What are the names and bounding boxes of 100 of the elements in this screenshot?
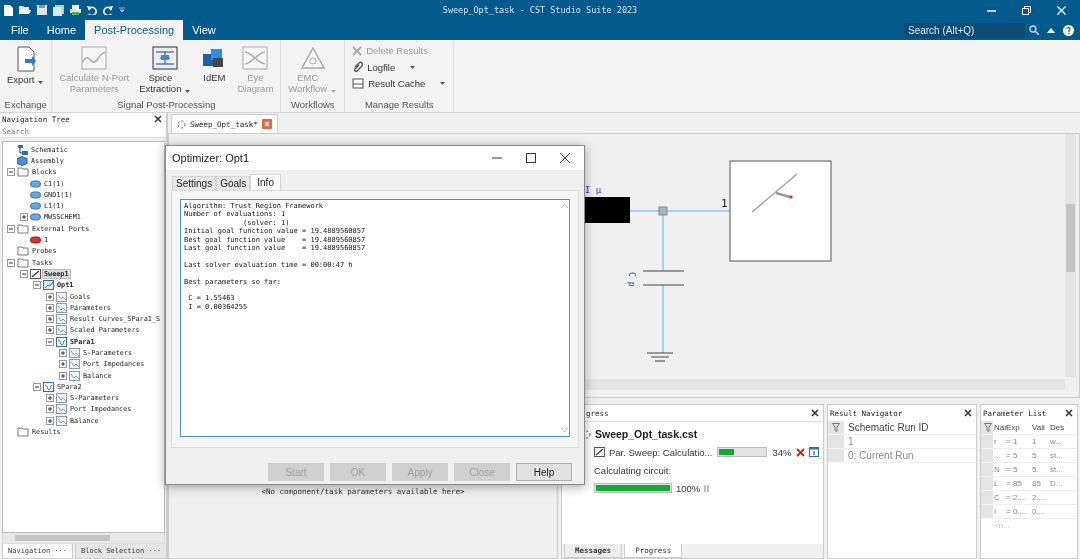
customize-icon[interactable] (119, 7, 125, 13)
table-cell: = 85 (1005, 477, 1031, 491)
paperclip-icon (352, 61, 364, 73)
ribbon-button[interactable]: Result Cache (348, 76, 451, 91)
ribbon-tab[interactable]: Post-Processing (85, 20, 184, 40)
save-all-icon[interactable] (53, 4, 64, 16)
expand-toggle[interactable] (59, 371, 67, 380)
scrollbar[interactable] (1065, 134, 1076, 377)
group-label: Workflows (289, 99, 336, 112)
undo-icon[interactable] (87, 5, 97, 15)
chart-icon (56, 415, 67, 426)
cancel-icon[interactable] (795, 447, 805, 457)
close-icon[interactable] (560, 153, 570, 163)
folder-icon (17, 223, 29, 234)
expand-toggle[interactable] (59, 349, 67, 357)
cube-icon (17, 155, 28, 166)
table-cell: = 2.... (1005, 491, 1031, 505)
dialog-tab[interactable]: Goals (216, 176, 251, 190)
expand-toggle[interactable] (59, 360, 67, 369)
step-label: Calculating circuit: (594, 464, 672, 476)
chart-icon (69, 370, 80, 381)
port-label: 1 (721, 197, 728, 210)
row-handle[interactable] (981, 435, 993, 449)
info-icon[interactable] (808, 447, 819, 457)
collapse-icon[interactable] (1047, 27, 1055, 33)
ribbon-button[interactable]: IdEM (197, 44, 232, 99)
expand-toggle[interactable] (33, 382, 41, 391)
chart-icon (69, 359, 80, 370)
restore-icon[interactable] (1022, 5, 1031, 15)
row-handle[interactable] (981, 449, 993, 463)
row-handle[interactable] (981, 505, 993, 519)
redo-icon[interactable] (103, 5, 113, 15)
expand-toggle[interactable] (46, 337, 54, 346)
close-icon[interactable] (154, 115, 162, 123)
ribbon-tab[interactable]: File (2, 20, 38, 40)
dialog-tab[interactable]: Info (250, 174, 281, 190)
drive-icon (352, 78, 365, 89)
close-icon[interactable] (1065, 409, 1073, 417)
search-field[interactable]: Search (Alt+Q) (904, 22, 1025, 38)
progress-percent: 34% (772, 446, 792, 458)
group-label: Signal Post-Processing (116, 99, 217, 112)
help-icon[interactable] (1063, 24, 1074, 36)
chart-icon (56, 393, 67, 404)
expand-toggle[interactable] (46, 394, 54, 403)
expand-toggle[interactable] (46, 303, 54, 312)
expand-toggle[interactable] (7, 168, 15, 177)
filter-icon[interactable] (832, 423, 840, 432)
capacitor-label: C p (627, 272, 636, 287)
close-icon[interactable] (964, 409, 972, 417)
row-handle[interactable] (981, 491, 993, 505)
column-header: Des (1049, 421, 1077, 435)
ribbon-button[interactable]: Logfile (348, 59, 451, 75)
column-header: Schematic Run ID (844, 421, 976, 435)
capsule-icon (30, 213, 41, 222)
ribbon-tab[interactable]: Home (37, 20, 86, 40)
folder-icon (17, 427, 29, 438)
expand-toggle[interactable] (20, 213, 28, 222)
capsule-icon (30, 190, 41, 199)
column-header: Vali (1031, 421, 1049, 435)
folder-icon (17, 167, 29, 178)
table-cell: r (993, 435, 1005, 449)
dialog-tab[interactable]: Settings (172, 176, 217, 190)
scrollbar[interactable] (2, 533, 165, 544)
row-handle[interactable] (981, 463, 993, 477)
close-icon[interactable] (811, 409, 819, 417)
open-folder-icon[interactable] (19, 5, 31, 15)
table-cell: 0.... (1031, 505, 1049, 519)
expand-toggle[interactable] (46, 405, 54, 414)
ribbon-button[interactable]: Spice Extraction (135, 44, 196, 99)
expand-toggle[interactable] (7, 224, 15, 233)
expand-toggle[interactable] (7, 258, 15, 267)
row-handle[interactable] (828, 435, 844, 449)
expand-toggle[interactable] (46, 416, 54, 425)
table-cell: 5 (1031, 449, 1049, 463)
curve-icon (56, 336, 67, 347)
expand-toggle[interactable] (33, 281, 41, 290)
filter-cell[interactable] (828, 421, 844, 435)
table-cell: 1 (844, 435, 976, 449)
expand-toggle[interactable] (20, 269, 28, 278)
row-handle[interactable] (828, 449, 844, 463)
expand-toggle[interactable] (46, 292, 54, 301)
printer-icon[interactable] (70, 5, 81, 15)
sweep-icon (594, 447, 605, 457)
chart-icon (56, 325, 67, 336)
row-handle[interactable] (981, 477, 993, 491)
chart-icon (43, 280, 54, 291)
dialog-button[interactable]: Help (516, 463, 572, 481)
column-header: Exp (1005, 421, 1031, 435)
inductor-label: I μ (585, 185, 602, 195)
maximize-icon[interactable] (526, 153, 536, 163)
table-cell: 5 (1031, 463, 1049, 477)
search-icon[interactable] (1029, 25, 1039, 35)
expand-toggle[interactable] (46, 315, 54, 324)
table-cell: = 1 (1005, 435, 1031, 449)
new-file-icon[interactable] (4, 4, 13, 16)
ribbon-button[interactable]: Export (3, 44, 49, 99)
expand-toggle[interactable] (46, 326, 54, 335)
capsule-icon (30, 179, 41, 188)
dialog-title: Optimizer: Opt1 (172, 152, 251, 164)
ribbon-tab[interactable]: View (183, 20, 225, 40)
